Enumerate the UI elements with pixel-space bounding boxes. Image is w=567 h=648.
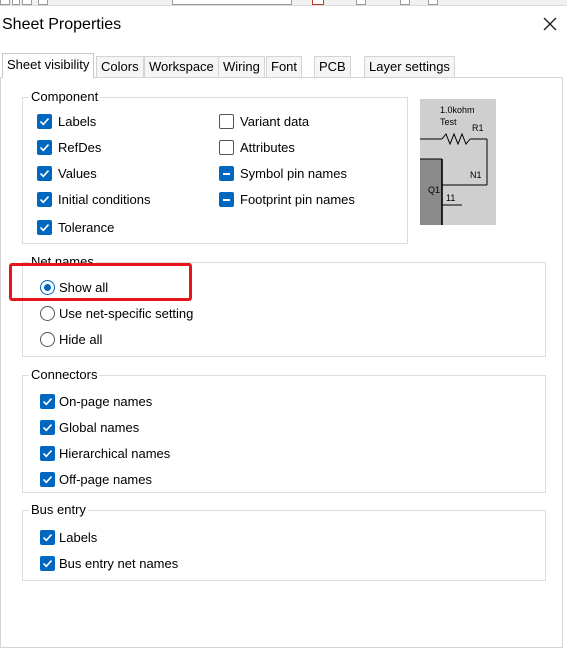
tab-strip: Sheet visibility Colors Workspace Wiring…	[0, 53, 567, 78]
footprint-pin-names-label: Footprint pin names	[240, 192, 355, 207]
radio-selected-icon	[40, 280, 55, 295]
connectors-group-label: Connectors	[29, 367, 100, 382]
hide-all-label: Hide all	[59, 332, 103, 347]
tab-workspace[interactable]: Workspace	[144, 56, 219, 77]
strip-icon	[38, 0, 48, 5]
global-names-label: Global names	[59, 420, 140, 435]
checkbox-unchecked-icon	[219, 140, 234, 155]
resistor-value-text: 1.0kohm	[440, 105, 475, 115]
values-label: Values	[58, 166, 97, 181]
checkbox-indeterminate-icon	[219, 166, 234, 181]
checkbox-checked-icon	[40, 446, 55, 461]
checkbox-checked-icon	[37, 166, 52, 181]
attributes-label: Attributes	[240, 140, 295, 155]
bus-labels-label: Labels	[59, 530, 98, 545]
tab-layer-settings[interactable]: Layer settings	[364, 56, 455, 77]
bus-entry-group-label: Bus entry	[29, 502, 88, 517]
window-title: Sheet Properties	[2, 16, 122, 33]
checkbox-checked-icon	[40, 420, 55, 435]
checkbox-checked-icon	[37, 140, 52, 155]
symbol-pin-names-label: Symbol pin names	[240, 166, 347, 181]
strip-icon	[0, 0, 10, 5]
strip-icon	[356, 0, 366, 5]
strip-icon	[428, 0, 438, 5]
initial-conditions-label: Initial conditions	[58, 192, 151, 207]
show-all-label: Show all	[59, 280, 109, 295]
strip-icon	[12, 0, 20, 5]
checkbox-checked-icon	[40, 472, 55, 487]
radio-unselected-icon	[40, 306, 55, 321]
refdes-text: R1	[472, 123, 484, 133]
net-specific-setting-label: Use net-specific setting	[59, 306, 194, 321]
tolerance-label: Tolerance	[58, 220, 115, 235]
net-name-text: N1	[470, 170, 482, 180]
checkbox-indeterminate-icon	[219, 192, 234, 207]
on-page-names-label: On-page names	[59, 394, 153, 409]
resistor-shape	[441, 132, 471, 146]
strip-icon	[312, 0, 324, 5]
checkbox-checked-icon	[40, 530, 55, 545]
close-icon[interactable]	[541, 15, 559, 33]
title-bar: Sheet Properties	[0, 6, 567, 44]
net-names-group-label: Net names	[29, 254, 96, 269]
strip-icon	[22, 0, 32, 5]
bus-entry-net-names-label: Bus entry net names	[59, 556, 179, 571]
variant-data-label: Variant data	[240, 114, 310, 129]
strip-icon	[400, 0, 410, 5]
checkbox-checked-icon	[40, 394, 55, 409]
checkbox-checked-icon	[37, 192, 52, 207]
tab-pcb[interactable]: PCB	[314, 56, 351, 77]
radio-unselected-icon	[40, 332, 55, 347]
strip-tab	[172, 0, 292, 5]
hierarchical-names-label: Hierarchical names	[59, 446, 171, 461]
tolerance-text: Test	[440, 117, 457, 127]
schematic-preview-drawing: 1.0kohm Test R1 N1 Q1 11	[420, 105, 488, 225]
component-group-label: Component	[29, 89, 101, 104]
off-page-names-label: Off-page names	[59, 472, 152, 487]
refdes-label: RefDes	[58, 140, 102, 155]
tab-font[interactable]: Font	[266, 56, 303, 77]
checkbox-checked-icon	[40, 556, 55, 571]
schematic-preview: 1.0kohm Test R1 N1 Q1 11	[420, 99, 496, 225]
transistor-label-text: Q1	[428, 185, 440, 195]
pin-number-text: 11	[446, 193, 455, 203]
labels-label: Labels	[58, 114, 97, 129]
checkbox-checked-icon	[37, 220, 52, 235]
tab-wiring[interactable]: Wiring	[218, 56, 265, 77]
checkbox-checked-icon	[37, 114, 52, 129]
checkbox-unchecked-icon	[219, 114, 234, 129]
tab-sheet-visibility[interactable]: Sheet visibility	[2, 53, 95, 78]
tab-colors[interactable]: Colors	[96, 56, 144, 77]
